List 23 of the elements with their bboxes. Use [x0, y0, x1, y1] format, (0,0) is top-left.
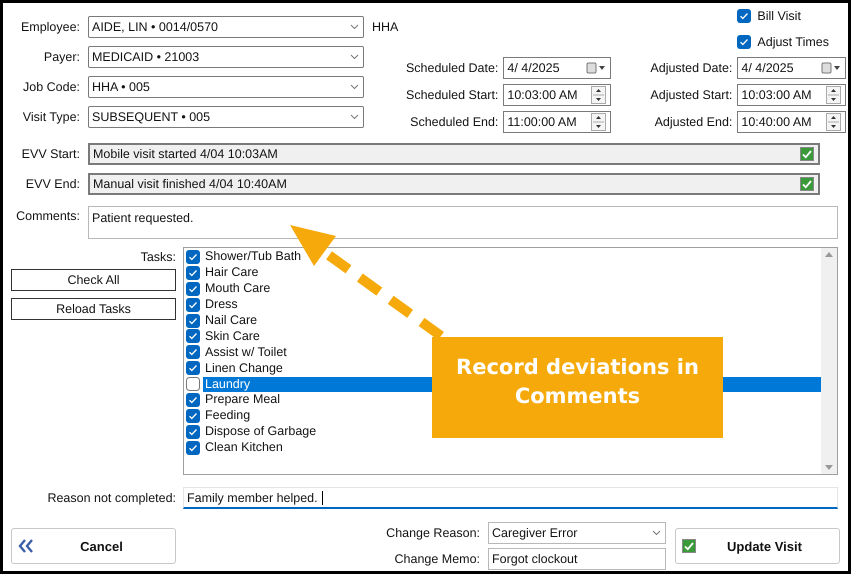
field-label: Adjusted End:	[654, 115, 732, 129]
field-label: Job Code:	[22, 80, 80, 94]
field-label: EVV End:	[24, 177, 80, 191]
tasks-label: Tasks:	[140, 249, 176, 266]
field-label: Employee:	[20, 20, 80, 34]
field-label: Payer:	[42, 50, 80, 64]
field-label: Adjusted Start:	[649, 88, 732, 102]
field-label: Visit Type:	[22, 110, 80, 124]
field-label: EVV Start:	[20, 147, 80, 161]
evv-field: Manual visit finished 4/04 10:40AM	[88, 173, 820, 195]
callout-tooltip: Record deviations in Comments	[432, 337, 723, 438]
field-label: Scheduled Start:	[404, 88, 498, 102]
discipline-text: HHA	[372, 20, 398, 34]
field-label: Change Reason:	[385, 526, 480, 540]
checkbox-label: Adjust Times	[757, 34, 829, 48]
field-label: Comments:	[15, 208, 80, 223]
evv-field: Mobile visit started 4/04 10:03AM	[88, 143, 820, 165]
field-label: Change Memo:	[394, 552, 480, 566]
field-label: Scheduled Date:	[404, 61, 498, 75]
field-label: Scheduled End:	[409, 115, 498, 129]
field-label: Adjusted Date:	[649, 61, 732, 75]
checkbox-label: Bill Visit	[757, 8, 801, 22]
field-label: Reason not completed:	[46, 491, 176, 505]
